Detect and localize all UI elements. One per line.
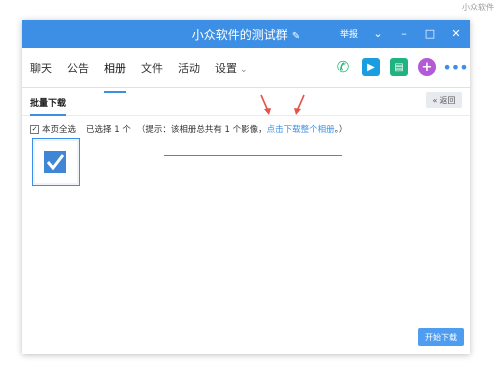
tab-activity[interactable]: 活动 xyxy=(178,56,200,80)
back-label: 返回 xyxy=(439,95,456,105)
document-icon[interactable]: ▤ xyxy=(390,58,408,76)
sub-header: 批量下载 «返回 xyxy=(22,88,470,116)
batch-download-title: 批量下载 xyxy=(30,96,67,116)
window-controls: 举报 ⌄ – □ ✕ xyxy=(340,27,462,40)
annotation-arrow-icon xyxy=(260,94,271,115)
back-button[interactable]: «返回 xyxy=(426,92,462,108)
tab-chat[interactable]: 聊天 xyxy=(30,56,52,80)
video-call-icon[interactable]: ▶ xyxy=(362,58,380,76)
hint-prefix: （提示：该相册总共有 1 个影像， xyxy=(136,125,267,135)
more-icon[interactable]: ••• xyxy=(442,58,468,77)
title-bar: 小众软件的测试群 ✎ 举报 ⌄ – □ ✕ xyxy=(22,20,470,48)
annotation-underline xyxy=(164,155,342,156)
tab-files[interactable]: 文件 xyxy=(141,56,163,80)
add-icon[interactable]: + xyxy=(418,58,436,76)
thumbnail-image xyxy=(35,141,77,183)
chevron-down-icon[interactable]: ⌄ xyxy=(372,27,384,40)
selected-count: 已选择 1 个 xyxy=(86,125,131,135)
selection-bar: ✓ 本页全选 已选择 1 个 （提示：该相册总共有 1 个影像，点击下载整个相册… xyxy=(30,123,347,135)
album-download-window: 小众软件的测试群 ✎ 举报 ⌄ – □ ✕ 聊天 公告 相册 文件 活动 设置 ⌄ … xyxy=(22,20,470,354)
tab-settings-label: 设置 xyxy=(215,61,237,75)
chevron-down-icon: ⌄ xyxy=(240,64,248,75)
checkmark-icon xyxy=(44,151,66,173)
select-all-checkbox[interactable]: ✓ xyxy=(30,124,39,134)
tab-settings[interactable]: 设置 ⌄ xyxy=(215,56,248,80)
tab-announcement[interactable]: 公告 xyxy=(67,56,89,80)
watermark: 小众软件 xyxy=(462,3,494,12)
back-arrow-icon: « xyxy=(432,95,438,105)
report-link[interactable]: 举报 xyxy=(340,27,358,40)
minimize-icon[interactable]: – xyxy=(398,27,410,40)
edit-icon[interactable]: ✎ xyxy=(292,31,300,42)
select-all-label[interactable]: 本页全选 xyxy=(42,123,76,135)
phone-icon[interactable]: ✆ xyxy=(334,58,352,76)
photo-thumbnail[interactable] xyxy=(32,138,80,186)
start-download-button[interactable]: 开始下载 xyxy=(418,328,464,346)
maximize-icon[interactable]: □ xyxy=(424,27,436,40)
toolbar-icons: ✆ ▶ ▤ + ••• xyxy=(334,58,469,77)
hint-text: （提示：该相册总共有 1 个影像，点击下载整个相册。） xyxy=(137,123,348,135)
tab-bar: 聊天 公告 相册 文件 活动 设置 ⌄ ✆ ▶ ▤ + ••• xyxy=(22,48,470,93)
download-album-link[interactable]: 点击下载整个相册 xyxy=(267,125,335,135)
hint-suffix: 。） xyxy=(334,125,348,135)
tab-album[interactable]: 相册 xyxy=(104,56,126,93)
annotation-arrow-icon xyxy=(294,94,305,115)
close-icon[interactable]: ✕ xyxy=(450,27,462,40)
group-name: 小众软件的测试群 xyxy=(191,28,288,42)
